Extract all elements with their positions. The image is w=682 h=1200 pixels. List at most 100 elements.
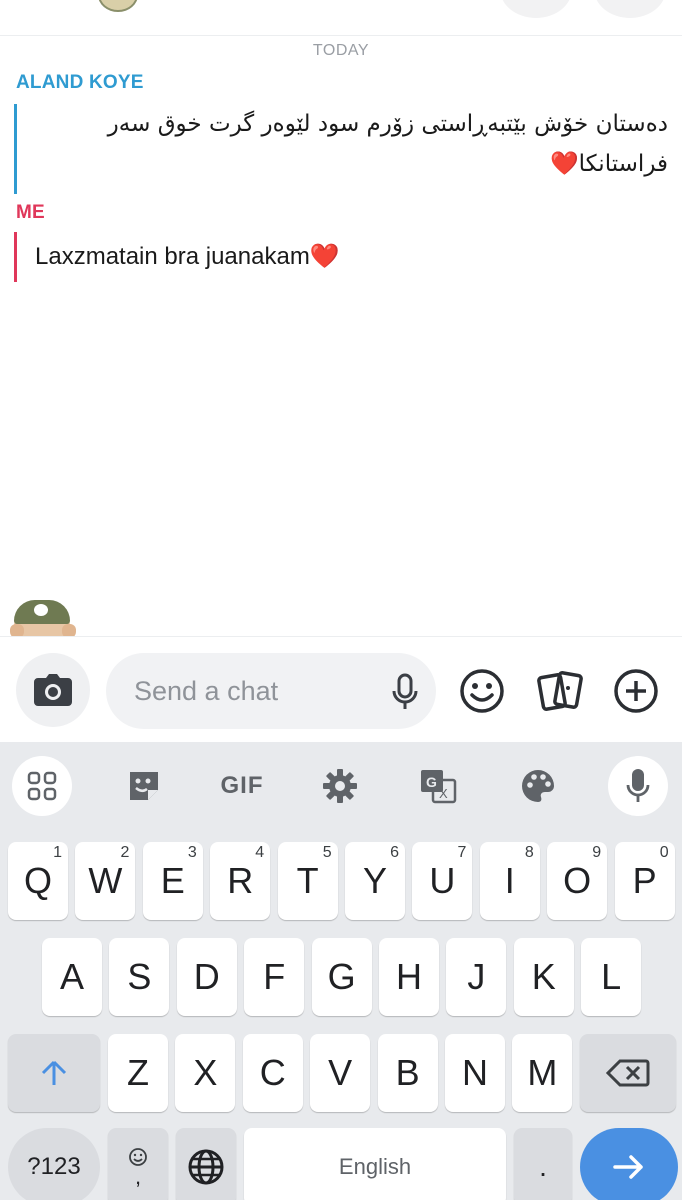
chat-header bbox=[0, 0, 682, 36]
plus-circle-icon bbox=[614, 669, 658, 713]
key-letter: O bbox=[563, 860, 592, 901]
key-number-hint: 0 bbox=[659, 844, 669, 861]
letter-key[interactable]: I8 bbox=[479, 842, 540, 920]
date-divider: TODAY bbox=[312, 42, 370, 59]
letter-key[interactable]: G bbox=[311, 938, 372, 1016]
letter-key[interactable]: A bbox=[42, 938, 102, 1016]
key-letter: W bbox=[88, 860, 123, 901]
key-letter: Z bbox=[127, 1052, 149, 1093]
camera-button[interactable] bbox=[16, 653, 90, 727]
letter-key[interactable]: Y6 bbox=[345, 842, 405, 920]
voice-input-button[interactable] bbox=[608, 756, 668, 816]
letter-key[interactable]: K bbox=[513, 938, 574, 1016]
message-text: دەستان خۆش بێتبەڕاستی زۆرم سود لێوەر گرت… bbox=[107, 111, 668, 177]
key-number-hint: 8 bbox=[524, 844, 534, 861]
key-letter: K bbox=[531, 956, 556, 997]
microphone-icon bbox=[626, 769, 650, 802]
stickers-button[interactable] bbox=[536, 667, 584, 715]
letter-key[interactable]: S bbox=[109, 938, 170, 1016]
translate-icon: G X bbox=[421, 770, 457, 804]
key-letter: A bbox=[59, 956, 84, 997]
key-letter: P bbox=[632, 860, 657, 901]
period-key[interactable]: . bbox=[514, 1128, 572, 1200]
emoji-button[interactable] bbox=[458, 667, 506, 715]
more-button[interactable] bbox=[612, 667, 660, 715]
apps-button[interactable] bbox=[12, 756, 72, 816]
gif-button[interactable]: GIF bbox=[212, 756, 272, 816]
key-letter: T bbox=[296, 860, 319, 901]
svg-text:X: X bbox=[439, 786, 448, 801]
video-call-button[interactable] bbox=[594, 0, 666, 18]
letter-key[interactable]: L bbox=[581, 938, 642, 1016]
key-letter: G bbox=[327, 956, 356, 997]
key-letter: I bbox=[504, 860, 515, 901]
key-number-hint: 5 bbox=[322, 844, 332, 861]
key-letter: B bbox=[395, 1052, 420, 1093]
language-key[interactable] bbox=[176, 1128, 236, 1200]
palette-icon bbox=[522, 770, 554, 802]
letter-key[interactable]: Q1 bbox=[8, 842, 68, 920]
chat-screen: TODAY ALAND KOYE دەستان خۆش بێتبەڕاستی ز… bbox=[0, 0, 682, 1200]
backspace-key[interactable] bbox=[580, 1034, 676, 1112]
letter-key[interactable]: T5 bbox=[277, 842, 338, 920]
letter-key[interactable]: Z bbox=[108, 1034, 168, 1112]
globe-icon bbox=[188, 1149, 224, 1185]
letter-key[interactable]: R4 bbox=[210, 842, 271, 920]
letter-key[interactable]: M bbox=[512, 1034, 573, 1112]
key-number-hint: 3 bbox=[187, 844, 197, 861]
letter-key[interactable]: X bbox=[175, 1034, 236, 1112]
friend-avatar[interactable] bbox=[98, 0, 138, 12]
key-number-hint: 1 bbox=[53, 844, 62, 861]
message-bubble[interactable]: دەستان خۆش بێتبەڕاستی زۆرم سود لێوەر گرت… bbox=[14, 104, 668, 194]
svg-text:G: G bbox=[426, 774, 437, 790]
heart-emoji: ❤️ bbox=[309, 243, 340, 270]
letter-key[interactable]: W2 bbox=[75, 842, 136, 920]
key-letter: V bbox=[328, 1052, 353, 1093]
comma-label: , bbox=[134, 1164, 142, 1189]
letter-key[interactable]: E3 bbox=[142, 842, 203, 920]
heart-emoji: ❤️ bbox=[549, 151, 579, 177]
key-letter: J bbox=[467, 956, 486, 997]
letter-key[interactable]: H bbox=[379, 938, 439, 1016]
message-text: Laxzmatain bra juanakam bbox=[35, 243, 310, 270]
letter-key[interactable]: F bbox=[244, 938, 305, 1016]
sticker-button[interactable] bbox=[114, 756, 174, 816]
key-letter: X bbox=[193, 1052, 218, 1093]
letter-key[interactable]: U7 bbox=[412, 842, 473, 920]
space-key[interactable]: English bbox=[244, 1128, 506, 1200]
key-letter: Y bbox=[362, 860, 387, 901]
key-letter: R bbox=[227, 860, 254, 901]
letter-key[interactable]: O9 bbox=[547, 842, 608, 920]
symbols-key[interactable]: ?123 bbox=[8, 1128, 100, 1200]
cards-icon bbox=[537, 671, 583, 711]
backspace-icon bbox=[606, 1059, 650, 1087]
letter-key[interactable]: J bbox=[446, 938, 507, 1016]
key-letter: C bbox=[259, 1052, 286, 1093]
call-button[interactable] bbox=[500, 0, 572, 18]
message-bubble[interactable]: Laxzmatain bra juanakam❤️ bbox=[14, 232, 340, 282]
enter-key[interactable] bbox=[580, 1128, 678, 1200]
letter-key[interactable]: B bbox=[377, 1034, 438, 1112]
chat-input[interactable] bbox=[134, 671, 374, 711]
letter-key[interactable]: P0 bbox=[614, 842, 675, 920]
key-letter: E bbox=[160, 860, 185, 901]
theme-button[interactable] bbox=[508, 756, 568, 816]
letter-key[interactable]: V bbox=[310, 1034, 371, 1112]
message-sender: ALAND KOYE bbox=[16, 72, 144, 93]
grid-icon bbox=[27, 771, 57, 801]
key-letter: Q bbox=[23, 860, 52, 901]
letter-key[interactable]: D bbox=[176, 938, 237, 1016]
translate-button[interactable]: G X bbox=[408, 756, 468, 816]
letter-key[interactable]: N bbox=[445, 1034, 505, 1112]
key-letter: L bbox=[601, 956, 622, 997]
shift-arrow-icon bbox=[41, 1060, 67, 1085]
shift-key[interactable] bbox=[8, 1034, 100, 1112]
settings-button[interactable] bbox=[310, 756, 370, 816]
friend-bitmoji-peek bbox=[8, 598, 78, 636]
chat-input-container[interactable] bbox=[106, 653, 436, 729]
emoji-comma-key[interactable]: , bbox=[108, 1128, 168, 1200]
letter-key[interactable]: C bbox=[242, 1034, 303, 1112]
key-number-hint: 2 bbox=[120, 844, 130, 861]
microphone-icon[interactable] bbox=[392, 673, 418, 711]
message-sender: ME bbox=[16, 202, 45, 223]
